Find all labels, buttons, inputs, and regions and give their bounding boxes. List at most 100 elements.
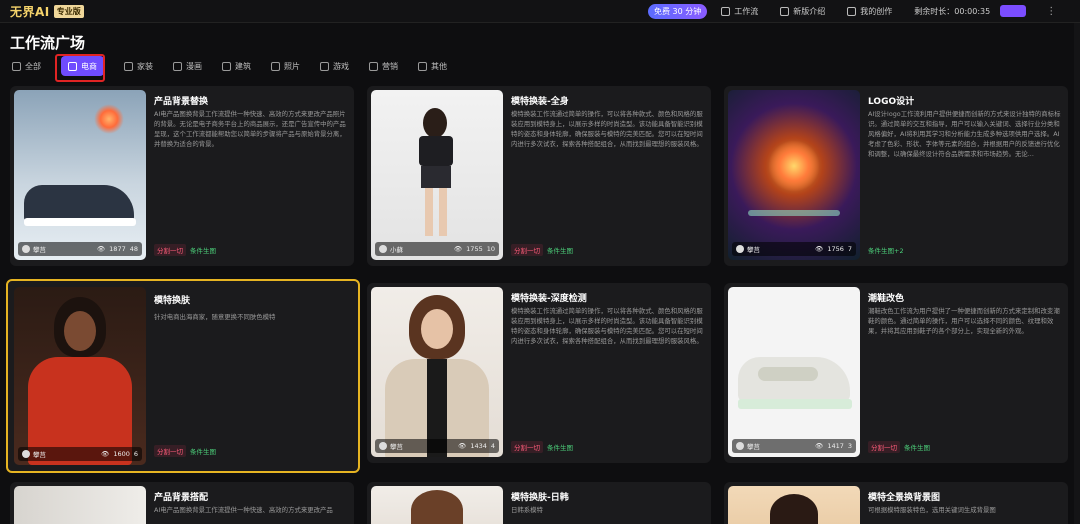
tab-other[interactable]: 其他: [418, 56, 447, 76]
tag: 条件生图: [190, 247, 216, 255]
card-description: AI电产品图换背景工作流提供一种快速、高效的方式来更改产品照片的背景。无论是电子…: [154, 110, 346, 148]
card-title: 模特换装-全身: [511, 97, 569, 107]
tab-all[interactable]: 全部: [12, 56, 41, 76]
card-thumbnail: 小蘇 👁 1755 10: [371, 90, 503, 260]
tab-architecture[interactable]: 建筑: [222, 56, 251, 76]
card-tags: 分割一切 条件生图: [868, 441, 930, 453]
gamepad-icon: [320, 61, 329, 71]
camera-icon: [271, 61, 280, 71]
workflow-card-model-outfit-depth[interactable]: 攀莒 👁 1434 4 模特换装-深度检测 模特换装工作流通过简单的操作，可以将各种款…: [367, 283, 711, 463]
card-views: 1417: [827, 442, 844, 450]
card-meta: 攀莒 👁 1434 4: [375, 439, 499, 453]
tab-home-decor[interactable]: 家装: [124, 56, 153, 76]
card-likes: 48: [129, 245, 138, 253]
workflow-card-product-bg-replace[interactable]: 攀莒 👁 1877 48 产品背景替换 AI电产品图换背景工作流提供一种快速、高效的方…: [10, 86, 354, 266]
tag: 条件生图: [904, 444, 930, 452]
tag: 分割一切: [511, 441, 543, 453]
tag: 条件生图: [547, 444, 573, 452]
eye-icon: 👁: [453, 245, 463, 253]
page-scrollbar[interactable]: [1074, 23, 1080, 524]
workflow-card-model-skin-swap[interactable]: 攀莒 👁 1600 6 模特换肤 针对电商出海商家，随意更换不同肤色模特 分割一切 条件…: [6, 279, 360, 473]
recharge-button[interactable]: [1000, 5, 1027, 17]
tab-game[interactable]: 游戏: [320, 56, 349, 76]
logo-text: 无界AI: [10, 5, 50, 19]
card-title: LOGO设计: [868, 97, 915, 107]
card-description: 模特换装工作流通过简单的操作，可以将各种款式、颜色和风格的服装应用到模特身上，以…: [511, 307, 703, 345]
edition-badge: 专业版: [53, 5, 84, 18]
workflow-icon: [721, 6, 731, 16]
tag: 分割一切: [154, 445, 186, 457]
workflow-card-sneaker-recolor[interactable]: 攀莒 👁 1417 3 潮鞋改色 潮鞋改色工作流为用户提供了一种便捷而创新的方式来定制…: [724, 283, 1068, 463]
tab-highlight-box: [55, 54, 105, 82]
card-meta: 攀莒 👁 1756 7: [732, 242, 856, 256]
more-menu-icon[interactable]: ⋮: [1046, 6, 1056, 17]
card-tags: 条件生图+2: [868, 244, 904, 256]
eye-icon: 👁: [815, 442, 824, 450]
card-thumbnail: 攀莒 👁 1600 6: [14, 287, 146, 465]
logo[interactable]: 无界AI 专业版: [10, 3, 84, 20]
card-thumbnail: [371, 486, 503, 524]
nav-new-intro[interactable]: 新版介绍: [780, 6, 825, 17]
workflow-card-logo-design[interactable]: 攀莒 👁 1756 7 LOGO设计 AI设计logo工作流利用户提供便捷而创新的方式…: [724, 86, 1068, 266]
tag: 分割一切: [154, 244, 186, 256]
nav-workflow[interactable]: 工作流: [721, 6, 758, 17]
card-thumbnail: 攀莒 👁 1877 48: [14, 90, 146, 260]
workflow-card-product-bg-match[interactable]: 产品背景搭配 AI电产品图换背景工作流提供一种快速、高效的方式来更改产品: [10, 482, 354, 524]
card-likes: 6: [133, 450, 138, 458]
card-description: 可根据模特服装特色，选用关键词生成背景图: [868, 506, 996, 514]
card-author: 攀莒: [747, 246, 760, 254]
tab-marketing[interactable]: 营销: [369, 56, 398, 76]
nav-workflow-label: 工作流: [734, 6, 759, 16]
eye-icon: 👁: [101, 450, 110, 458]
card-views: 1600: [113, 450, 130, 458]
target-icon: [369, 61, 378, 71]
card-description: 针对电商出海商家，随意更换不同肤色模特: [154, 313, 276, 321]
card-meta: 攀莒 👁 1600 6: [18, 447, 142, 461]
card-views: 1434: [470, 442, 487, 450]
tab-all-label: 全部: [25, 61, 41, 71]
card-views: 1756: [827, 245, 844, 253]
card-author: 攀莒: [33, 451, 46, 459]
card-title: 模特换肤-日韩: [511, 493, 569, 503]
card-views: 1755: [466, 245, 483, 253]
card-title: 模特换肤: [154, 296, 191, 306]
tab-architecture-label: 建筑: [235, 61, 251, 71]
card-tags: 分割一切 条件生图: [154, 244, 216, 256]
card-description: 潮鞋改色工作流为用户提供了一种便捷而创新的方式来定制和改变潮鞋的颜色。通过简单的…: [868, 307, 1060, 335]
card-thumbnail: 攀莒 👁 1434 4: [371, 287, 503, 457]
workflow-card-model-skin-jk[interactable]: 模特换肤-日韩 日韩系模特: [367, 482, 711, 524]
card-likes: 4: [490, 442, 495, 450]
card-tags: 分割一切 条件生图: [154, 445, 216, 457]
tag: 分割一切: [868, 441, 900, 453]
comic-icon: [173, 61, 182, 71]
gallery-icon: [847, 6, 857, 16]
card-views: 1877: [109, 245, 126, 253]
card-thumbnail: 攀莒 👁 1756 7: [728, 90, 860, 260]
nav-my-creations-label: 我的创作: [860, 6, 893, 16]
card-title: 产品背景替换: [154, 97, 209, 107]
workflow-card-model-panorama-bg[interactable]: 模特全景换背景图 可根据模特服装特色，选用关键词生成背景图: [724, 482, 1068, 524]
tab-marketing-label: 营销: [382, 61, 398, 71]
avatar: [379, 245, 387, 253]
card-title: 潮鞋改色: [868, 294, 905, 304]
tab-comic[interactable]: 漫画: [173, 56, 202, 76]
tag: 条件生图+2: [868, 247, 904, 255]
card-title: 产品背景搭配: [154, 493, 209, 503]
nav-new-intro-label: 新版介绍: [793, 6, 826, 16]
tab-comic-label: 漫画: [186, 61, 202, 71]
building-icon: [222, 61, 231, 71]
tag: 分割一切: [511, 244, 543, 256]
tab-photo-label: 照片: [284, 61, 300, 71]
eye-icon: 👁: [815, 245, 824, 253]
card-description: AI设计logo工作流利用户提供便捷而创新的方式来设计独特的商标标识。通过简单的…: [868, 110, 1061, 158]
avatar: [736, 442, 744, 450]
top-nav: 免费 30 分钟 工作流 新版介绍 我的创作 剩余时长：00:00:35 ⋮: [648, 3, 1056, 19]
tab-photo[interactable]: 照片: [271, 56, 300, 76]
nav-my-creations[interactable]: 我的创作: [847, 6, 892, 17]
grid-icon: [12, 61, 21, 71]
workflow-card-model-outfit-full[interactable]: 小蘇 👁 1755 10 模特换装-全身 模特换装工作流通过简单的操作，可以将各种款式…: [367, 86, 711, 266]
avatar: [736, 245, 744, 253]
card-likes: 3: [847, 442, 852, 450]
tab-home-decor-label: 家装: [137, 61, 153, 71]
free-time-button[interactable]: 免费 30 分钟: [648, 3, 708, 19]
